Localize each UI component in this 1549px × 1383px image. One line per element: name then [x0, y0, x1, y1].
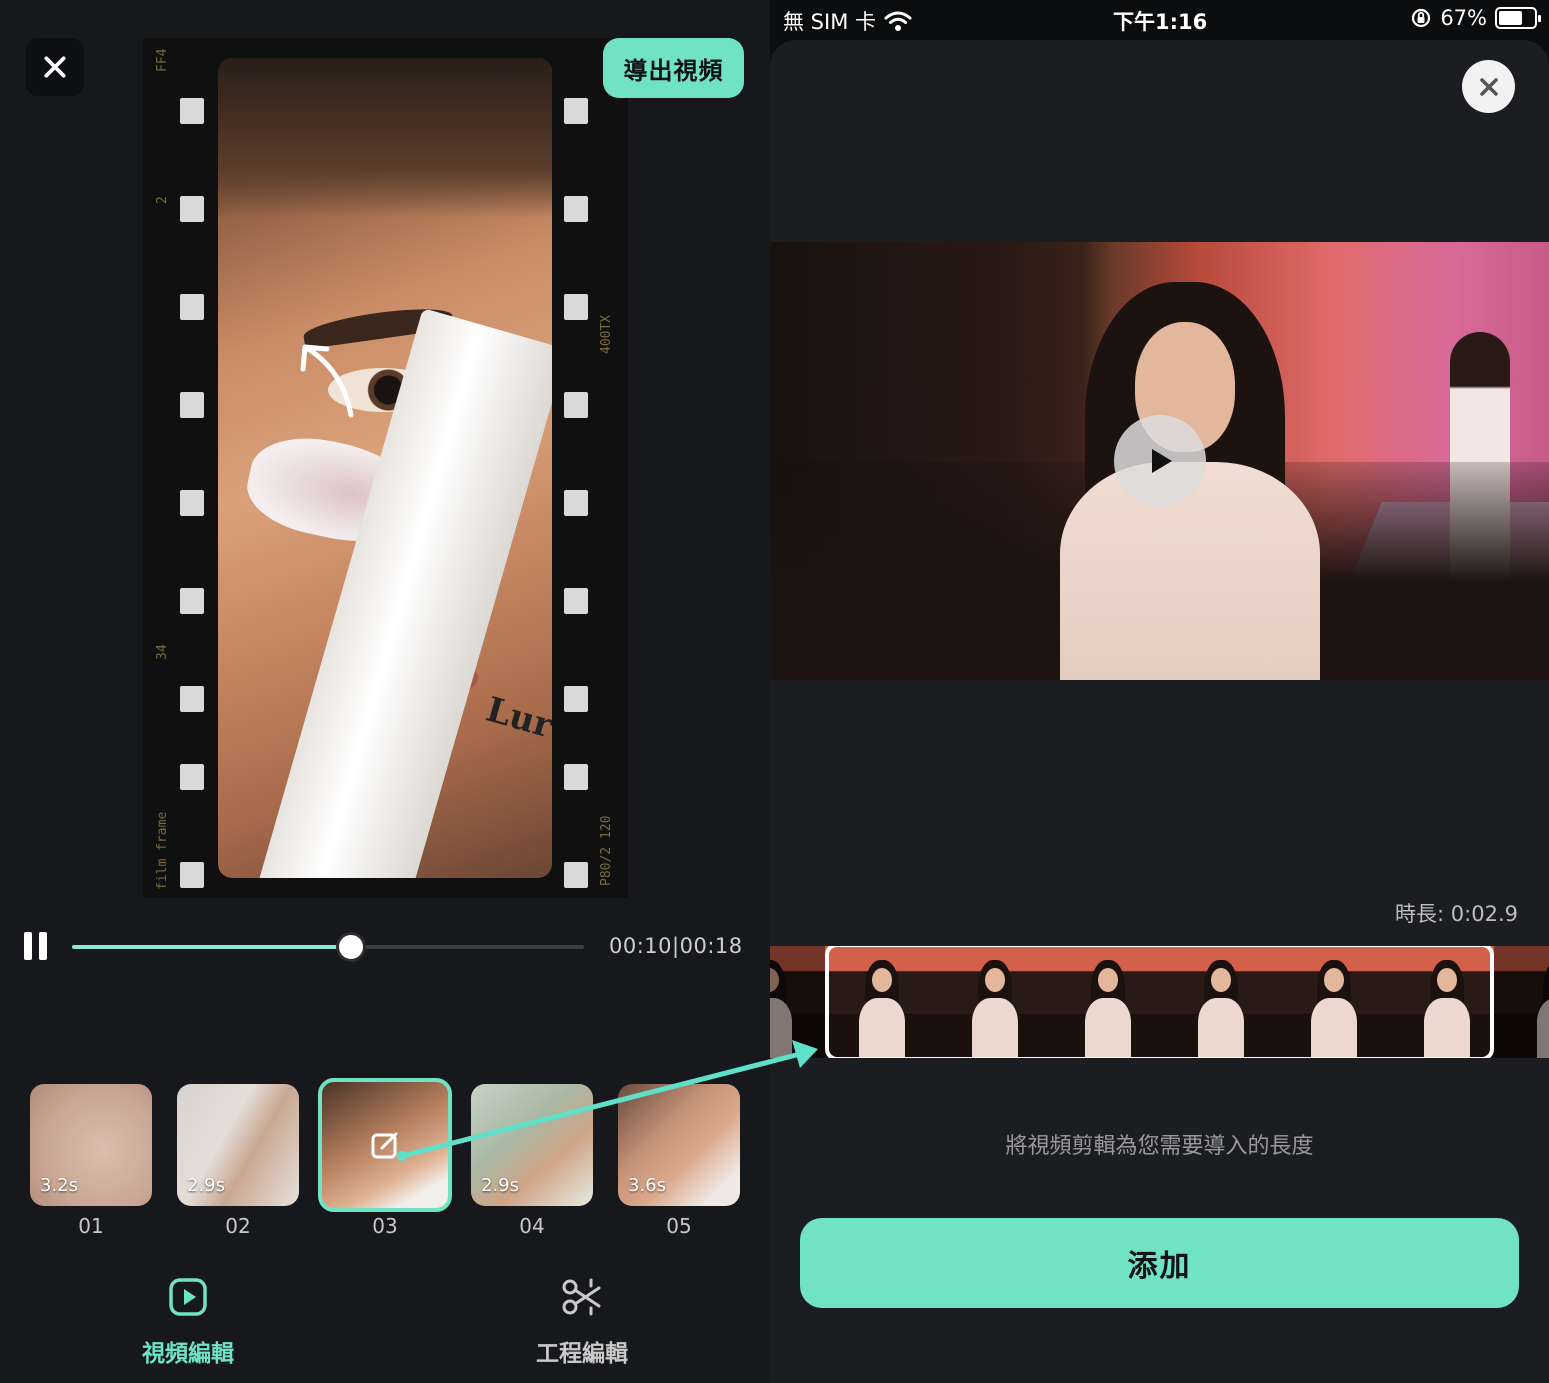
video-frame-image: Lur: [218, 58, 552, 878]
film-sprocket-hole: [180, 862, 204, 888]
clip-number: 03: [372, 1214, 398, 1238]
clip-duration: 3.6s: [628, 1175, 667, 1196]
scissors-icon: [562, 1278, 601, 1316]
status-bar: 無 SIM 卡 下午1:16 67%: [770, 0, 1549, 38]
film-edge-text: 34: [155, 644, 170, 660]
timeline-progress: [72, 945, 352, 949]
video-play-icon: [169, 1278, 207, 1316]
film-sprocket-hole: [180, 196, 204, 222]
current-time: 00:10: [609, 934, 673, 958]
clip-list: 3.2s 01 2.9s 02 03 2.9s 04 3.6s 05: [30, 1078, 750, 1244]
wifi-icon: [884, 11, 912, 31]
film-edge-text: film frame: [155, 811, 170, 890]
film-edge-text: P80/2 120: [599, 815, 614, 886]
battery-percent: 67%: [1440, 6, 1487, 30]
film-sprocket-hole: [564, 764, 588, 790]
clip-duration: 2.9s: [481, 1175, 520, 1196]
clip-duration: 3.2s: [40, 1175, 79, 1196]
clip-number: 04: [519, 1214, 545, 1238]
add-button[interactable]: 添加: [800, 1218, 1519, 1308]
playback-time: 00:10|00:18: [609, 934, 743, 958]
film-sprocket-hole: [180, 392, 204, 418]
orientation-lock-icon: [1412, 8, 1431, 28]
film-edge-text: 2: [155, 196, 170, 204]
play-icon: [1152, 449, 1172, 473]
total-time: 00:18: [679, 934, 743, 958]
film-edge-text: FF4: [155, 48, 170, 72]
carrier-text: 無 SIM 卡: [783, 10, 876, 34]
film-sprocket-hole: [180, 294, 204, 320]
product-label: Lur: [481, 689, 552, 747]
film-edge-text: 400TX: [599, 314, 614, 354]
film-sprocket-hole: [564, 196, 588, 222]
tab-label: 視頻編輯: [142, 1341, 234, 1367]
clip-number: 01: [78, 1214, 104, 1238]
close-icon: [1479, 77, 1498, 96]
film-sprocket-hole: [564, 294, 588, 320]
tab-project-edit[interactable]: 工程編輯: [482, 1276, 682, 1368]
trim-hint-text: 將視頻剪輯為您需要導入的長度: [1005, 1134, 1314, 1159]
trim-clip-panel: 無 SIM 卡 下午1:16 67% 時長: 0:02.9 將視頻剪輯為您需要導…: [770, 0, 1549, 1383]
tab-label: 工程編輯: [536, 1341, 628, 1367]
video-editor-panel: FF4 2 34 film frame 400TX P80/2 120 Lur …: [0, 0, 770, 1383]
clip-number: 05: [666, 1214, 692, 1238]
film-sprocket-hole: [180, 686, 204, 712]
clock: 下午1:16: [1113, 10, 1208, 34]
edit-icon[interactable]: [369, 1129, 401, 1161]
film-sprocket-hole: [564, 862, 588, 888]
trim-sheet: 時長: 0:02.9 將視頻剪輯為您需要導入的長度 添加: [770, 40, 1549, 1383]
sheet-close-button[interactable]: [1462, 60, 1515, 113]
clip-thumbnail-01[interactable]: 3.2s: [30, 1084, 152, 1206]
film-sprocket-hole: [564, 98, 588, 124]
film-sprocket-hole: [180, 98, 204, 124]
trim-selection-handle[interactable]: [825, 946, 1494, 1058]
film-sprocket-hole: [180, 764, 204, 790]
export-video-button[interactable]: 導出視頻: [603, 38, 744, 98]
film-sprocket-hole: [564, 490, 588, 516]
timeline-scrubber[interactable]: [336, 932, 367, 962]
clip-duration: 2.9s: [187, 1175, 226, 1196]
trim-filmstrip[interactable]: [770, 946, 1549, 1058]
film-sprocket-hole: [564, 686, 588, 712]
film-sprocket-hole: [564, 392, 588, 418]
video-preview[interactable]: FF4 2 34 film frame 400TX P80/2 120 Lur: [143, 38, 628, 898]
battery-icon: [1495, 7, 1541, 29]
close-icon: [44, 56, 66, 78]
arrow-doodle-icon: [300, 344, 354, 418]
clip-number: 02: [225, 1214, 251, 1238]
tab-video-edit[interactable]: 視頻編輯: [88, 1276, 288, 1368]
clip-preview[interactable]: [770, 242, 1549, 680]
film-sprocket-hole: [180, 588, 204, 614]
clip-thumbnail-05[interactable]: 3.6s: [618, 1084, 740, 1206]
film-sprocket-hole: [180, 490, 204, 516]
clip-thumbnail-04[interactable]: 2.9s: [471, 1084, 593, 1206]
clip-thumbnail-03[interactable]: [318, 1078, 452, 1212]
bottom-tab-bar: 視頻編輯 工程編輯: [0, 1276, 770, 1376]
play-button[interactable]: [1114, 415, 1206, 507]
playback-timeline[interactable]: [72, 932, 584, 962]
pause-icon: [24, 932, 32, 960]
clip-duration-label: 時長: 0:02.9: [1395, 902, 1518, 926]
close-button[interactable]: [26, 38, 84, 96]
pause-button[interactable]: [24, 932, 50, 962]
clip-thumbnail-02[interactable]: 2.9s: [177, 1084, 299, 1206]
film-sprocket-hole: [564, 588, 588, 614]
